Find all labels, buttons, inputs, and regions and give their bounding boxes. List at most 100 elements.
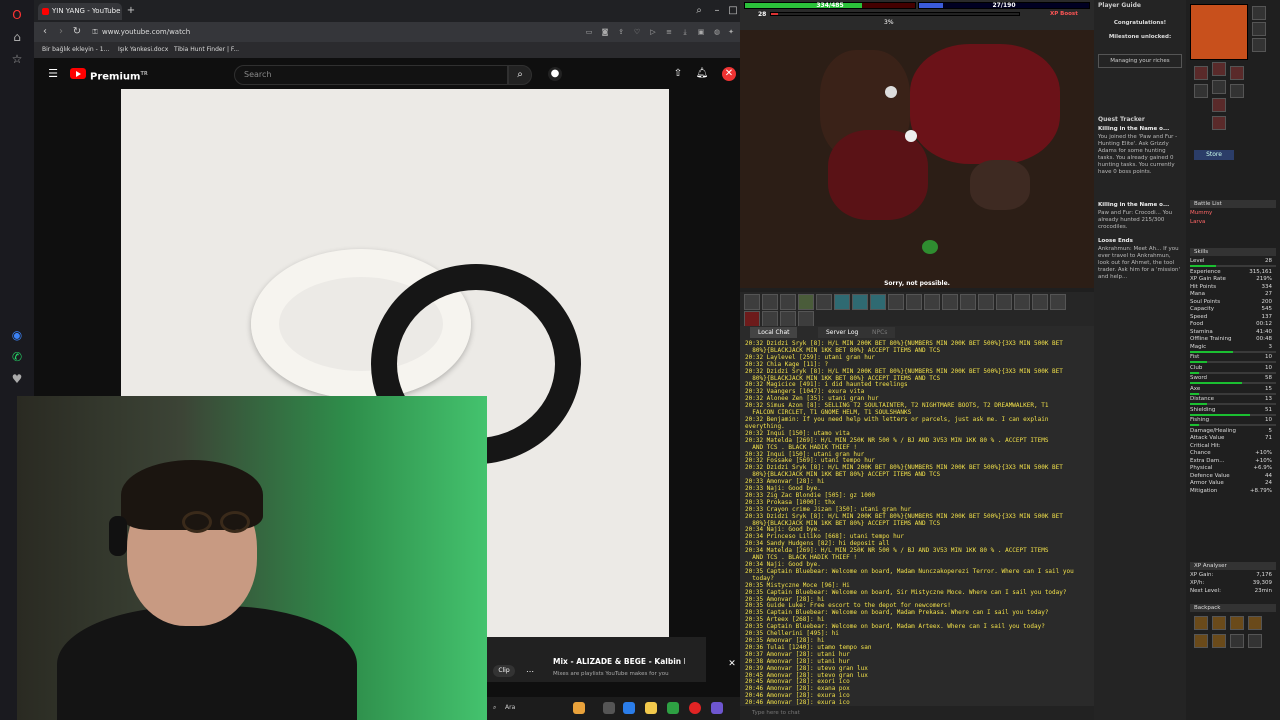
wallet-icon[interactable]: ▣: [694, 25, 708, 39]
chat-input[interactable]: Type here to chat: [740, 706, 1094, 720]
hotkey-slot[interactable]: [780, 294, 796, 310]
hotkey-slot[interactable]: [762, 311, 778, 327]
reload-icon[interactable]: ↻: [70, 25, 84, 39]
backpack-slot[interactable]: [1248, 616, 1262, 630]
hotkey-slot[interactable]: [744, 294, 760, 310]
hotkey-slot[interactable]: [798, 294, 814, 310]
whatsapp-icon[interactable]: ✆: [8, 348, 26, 366]
backpack-slot[interactable]: [1230, 616, 1244, 630]
search-input[interactable]: Search: [234, 65, 508, 85]
equipment-slot[interactable]: [1212, 80, 1226, 94]
opera-logo-icon[interactable]: O: [8, 6, 26, 24]
hotkey-slot[interactable]: [744, 311, 760, 327]
maximize-icon[interactable]: □: [726, 4, 740, 18]
hotkey-slot[interactable]: [906, 294, 922, 310]
notifications-icon[interactable]: 🔔︎: [695, 67, 709, 81]
hotkey-slot[interactable]: [834, 294, 850, 310]
xp-boost-badge[interactable]: XP Boost: [1050, 11, 1078, 17]
camera-icon[interactable]: ◙: [598, 25, 612, 39]
download-icon[interactable]: ⤓: [678, 25, 692, 39]
quest-title[interactable]: Loose Ends: [1098, 238, 1182, 245]
hotkey-slot[interactable]: [924, 294, 940, 310]
battle-entry[interactable]: Mummy: [1190, 210, 1276, 216]
heart-icon[interactable]: ♥: [8, 370, 26, 388]
equipment-slot[interactable]: [1230, 66, 1244, 80]
bookmark-item[interactable]: Tibia Hunt Finder | F...: [174, 42, 239, 58]
hotkey-slot[interactable]: [942, 294, 958, 310]
hotkey-slot[interactable]: [960, 294, 976, 310]
opera-icon[interactable]: [689, 702, 701, 714]
url-field[interactable]: www.youtube.com/watch: [102, 25, 572, 39]
hotkey-slot[interactable]: [816, 294, 832, 310]
more-options-icon[interactable]: ⋯: [523, 665, 537, 679]
hotkey-slot[interactable]: [1032, 294, 1048, 310]
taskbar-search[interactable]: ⌕ Ara: [493, 701, 553, 715]
search-tabs-icon[interactable]: ⌕: [692, 4, 706, 18]
chrome-icon[interactable]: [667, 702, 679, 714]
chat-log[interactable]: 20:32 Dzidzi Sryk [8]: H/L MIN 200K BET …: [740, 338, 1094, 706]
hotkey-slot[interactable]: [852, 294, 868, 310]
share-icon[interactable]: ⇪: [614, 25, 628, 39]
milestone-riches-button[interactable]: Managing your riches: [1098, 54, 1182, 68]
forward-icon[interactable]: ›: [54, 25, 68, 39]
zoom-out-icon[interactable]: [1252, 22, 1266, 36]
equipment-slot[interactable]: [1212, 116, 1226, 130]
task-view-icon[interactable]: [603, 702, 615, 714]
widget-icon[interactable]: [573, 702, 585, 714]
quest-title[interactable]: Killing in the Name o...: [1098, 202, 1182, 209]
close-icon[interactable]: ✕: [725, 657, 739, 671]
minimap[interactable]: [1190, 4, 1248, 60]
bookmark-item[interactable]: Bir bağlık ekleyin - 1...: [42, 42, 109, 58]
backpack-slot[interactable]: [1230, 634, 1244, 648]
discord-icon[interactable]: [711, 702, 723, 714]
hotkey-slot[interactable]: [1050, 294, 1066, 310]
backpack-slot[interactable]: [1212, 616, 1226, 630]
hotkey-slot[interactable]: [798, 311, 814, 327]
tab-local-chat[interactable]: Local Chat: [750, 327, 798, 338]
quest-title[interactable]: Killing in the Name o...: [1098, 126, 1182, 133]
mix-playlist-card[interactable]: Clip ⋯ Mix - ALIZADE & BEGE - Kalbin ban…: [487, 637, 736, 682]
battle-entry[interactable]: Larva: [1190, 219, 1276, 225]
new-tab-icon[interactable]: +: [124, 4, 138, 18]
hotkey-slot[interactable]: [978, 294, 994, 310]
play-icon[interactable]: ▷: [646, 25, 660, 39]
search-button[interactable]: ⌕: [508, 65, 532, 85]
youtube-logo[interactable]: PremiumTR: [70, 67, 148, 82]
extensions-icon[interactable]: ✦: [724, 25, 738, 39]
edge-icon[interactable]: [623, 702, 635, 714]
hamburger-menu-icon[interactable]: ☰: [46, 67, 60, 81]
tab-server-log[interactable]: Server Log: [818, 327, 867, 338]
cast-icon[interactable]: ▭: [582, 25, 596, 39]
hotkey-slot[interactable]: [762, 294, 778, 310]
floor-up-icon[interactable]: [1252, 38, 1266, 52]
microphone-icon[interactable]: ●: [548, 67, 562, 81]
hotkey-slot[interactable]: [888, 294, 904, 310]
backpack-slot[interactable]: [1194, 616, 1208, 630]
backpack-slot[interactable]: [1212, 634, 1226, 648]
minimize-icon[interactable]: –: [710, 4, 724, 18]
menu-lines-icon[interactable]: ≡: [662, 25, 676, 39]
home-icon[interactable]: ⌂: [8, 28, 26, 46]
upload-icon[interactable]: ⇧: [671, 67, 685, 81]
backpack-slot[interactable]: [1248, 634, 1262, 648]
zoom-in-icon[interactable]: [1252, 6, 1266, 20]
hotkey-slot[interactable]: [1014, 294, 1030, 310]
bookmark-item[interactable]: Işık Yankesi.docx: [118, 42, 168, 58]
backpack-slot[interactable]: [1194, 634, 1208, 648]
tab-youtube[interactable]: YIN YANG - YouTube: [38, 3, 122, 20]
tab-npcs[interactable]: NPCs: [864, 327, 896, 338]
equipment-slot[interactable]: [1194, 66, 1208, 80]
player-character[interactable]: [905, 130, 917, 142]
avatar[interactable]: ✕: [722, 67, 736, 81]
back-icon[interactable]: ‹: [38, 25, 52, 39]
game-map-view[interactable]: Sorry, not possible.: [740, 30, 1094, 288]
heart-outline-icon[interactable]: ♡: [630, 25, 644, 39]
bookmark-icon[interactable]: ☆: [8, 50, 26, 68]
mummy-creature[interactable]: [885, 86, 897, 98]
equipment-slot[interactable]: [1194, 84, 1208, 98]
file-explorer-icon[interactable]: [645, 702, 657, 714]
clip-button[interactable]: Clip: [493, 665, 515, 677]
mix-title[interactable]: Mix - ALIZADE & BEGE - Kalbin ban...: [553, 657, 685, 666]
hotkey-slot[interactable]: [996, 294, 1012, 310]
store-button[interactable]: Store: [1194, 150, 1234, 160]
